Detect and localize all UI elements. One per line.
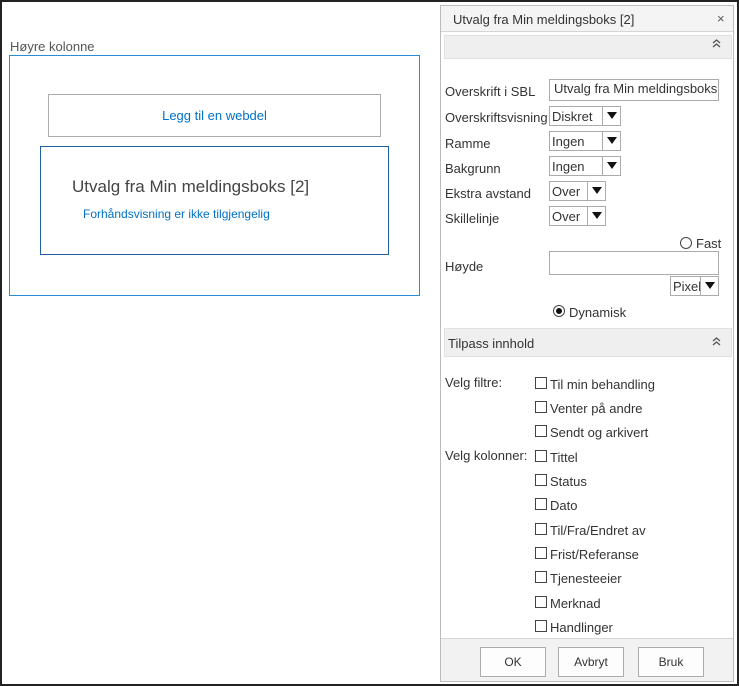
- height-dynamic-radio[interactable]: [553, 305, 565, 317]
- tool-pane-header: Utvalg fra Min meldingsboks [2] ×: [441, 6, 733, 32]
- column-label: Tittel: [550, 450, 578, 465]
- column-checkbox[interactable]: [535, 523, 547, 535]
- column-checkbox[interactable]: [535, 596, 547, 608]
- filter-checkbox[interactable]: [535, 425, 547, 437]
- extra-spacing-value: Over: [552, 184, 581, 199]
- height-fixed-radio[interactable]: [680, 237, 692, 249]
- column-label: Tjenesteeier: [550, 571, 622, 586]
- filters-label: Velg filtre:: [445, 375, 503, 390]
- height-fixed-label: Fast: [696, 236, 722, 251]
- background-select[interactable]: Ingen: [549, 156, 621, 176]
- tool-pane-title: Utvalg fra Min meldingsboks [2]: [453, 12, 635, 27]
- chevron-down-icon: [700, 277, 718, 295]
- columns-label: Velg kolonner:: [445, 448, 528, 463]
- filter-label: Til min behandling: [550, 377, 656, 392]
- chevron-down-icon: [602, 132, 620, 150]
- filter-label: Venter på andre: [550, 401, 643, 416]
- divider-label: Skillelinje: [445, 211, 500, 226]
- column-label: Frist/Referanse: [550, 547, 639, 562]
- filter-checkbox[interactable]: [535, 401, 547, 413]
- chevron-down-icon: [602, 107, 620, 125]
- divider-select[interactable]: Over: [549, 206, 606, 226]
- filter-checkbox[interactable]: [535, 377, 547, 389]
- appearance-section-bar[interactable]: [444, 35, 732, 59]
- heading-label: Overskrift i SBL: [445, 84, 536, 99]
- collapse-icon[interactable]: [712, 39, 721, 50]
- apply-button[interactable]: Bruk: [638, 647, 704, 677]
- webpart-box[interactable]: Utvalg fra Min meldingsboks [2] Forhånds…: [40, 146, 389, 255]
- column-checkbox[interactable]: [535, 620, 547, 632]
- frame-select[interactable]: Ingen: [549, 131, 621, 151]
- webpart-preview-text: Forhåndsvisning er ikke tilgjengelig: [83, 207, 270, 221]
- customize-section-label: Tilpass innhold: [448, 336, 535, 351]
- heading-display-select[interactable]: Diskret: [549, 106, 621, 126]
- extra-spacing-select[interactable]: Over: [549, 181, 606, 201]
- column-checkbox[interactable]: [535, 474, 547, 486]
- add-webpart-link[interactable]: Legg til en webdel: [48, 94, 381, 137]
- filter-label: Sendt og arkivert: [550, 425, 649, 440]
- chevron-down-icon: [587, 182, 605, 200]
- heading-display-label: Overskriftsvisning: [445, 110, 548, 125]
- customize-section-bar[interactable]: Tilpass innhold: [444, 328, 732, 357]
- heading-input[interactable]: Utvalg fra Min meldingsboks [2]: [549, 79, 719, 101]
- column-label: Til/Fra/Endret av: [550, 523, 646, 538]
- chevron-down-icon: [587, 207, 605, 225]
- background-label: Bakgrunn: [445, 161, 501, 176]
- height-unit-select[interactable]: Pixel: [670, 276, 719, 296]
- column-label: Dato: [550, 498, 578, 513]
- collapse-icon[interactable]: [712, 337, 721, 348]
- height-unit-value: Pixel: [673, 279, 702, 294]
- divider-value: Over: [552, 209, 581, 224]
- background-value: Ingen: [552, 159, 585, 174]
- column-checkbox[interactable]: [535, 498, 547, 510]
- frame-label: Ramme: [445, 136, 491, 151]
- height-label: Høyde: [445, 259, 484, 274]
- ok-button[interactable]: OK: [480, 647, 546, 677]
- tool-pane: Utvalg fra Min meldingsboks [2] × Oversk…: [440, 5, 734, 682]
- column-label: Handlinger: [550, 620, 613, 635]
- column-label: Status: [550, 474, 587, 489]
- webpart-title: Utvalg fra Min meldingsboks [2]: [72, 177, 310, 196]
- column-checkbox[interactable]: [535, 547, 547, 559]
- cancel-button[interactable]: Avbryt: [558, 647, 624, 677]
- tool-pane-footer: OK Avbryt Bruk: [441, 638, 733, 681]
- height-input[interactable]: [549, 251, 719, 275]
- chevron-down-icon: [602, 157, 620, 175]
- extra-spacing-label: Ekstra avstand: [445, 186, 531, 201]
- zone-label: Høyre kolonne: [10, 39, 95, 54]
- column-checkbox[interactable]: [535, 571, 547, 583]
- column-label: Merknad: [550, 596, 601, 611]
- column-checkbox[interactable]: [535, 450, 547, 462]
- frame-value: Ingen: [552, 134, 585, 149]
- heading-display-value: Diskret: [552, 109, 593, 124]
- close-icon[interactable]: ×: [717, 11, 725, 26]
- height-dynamic-label: Dynamisk: [569, 305, 627, 320]
